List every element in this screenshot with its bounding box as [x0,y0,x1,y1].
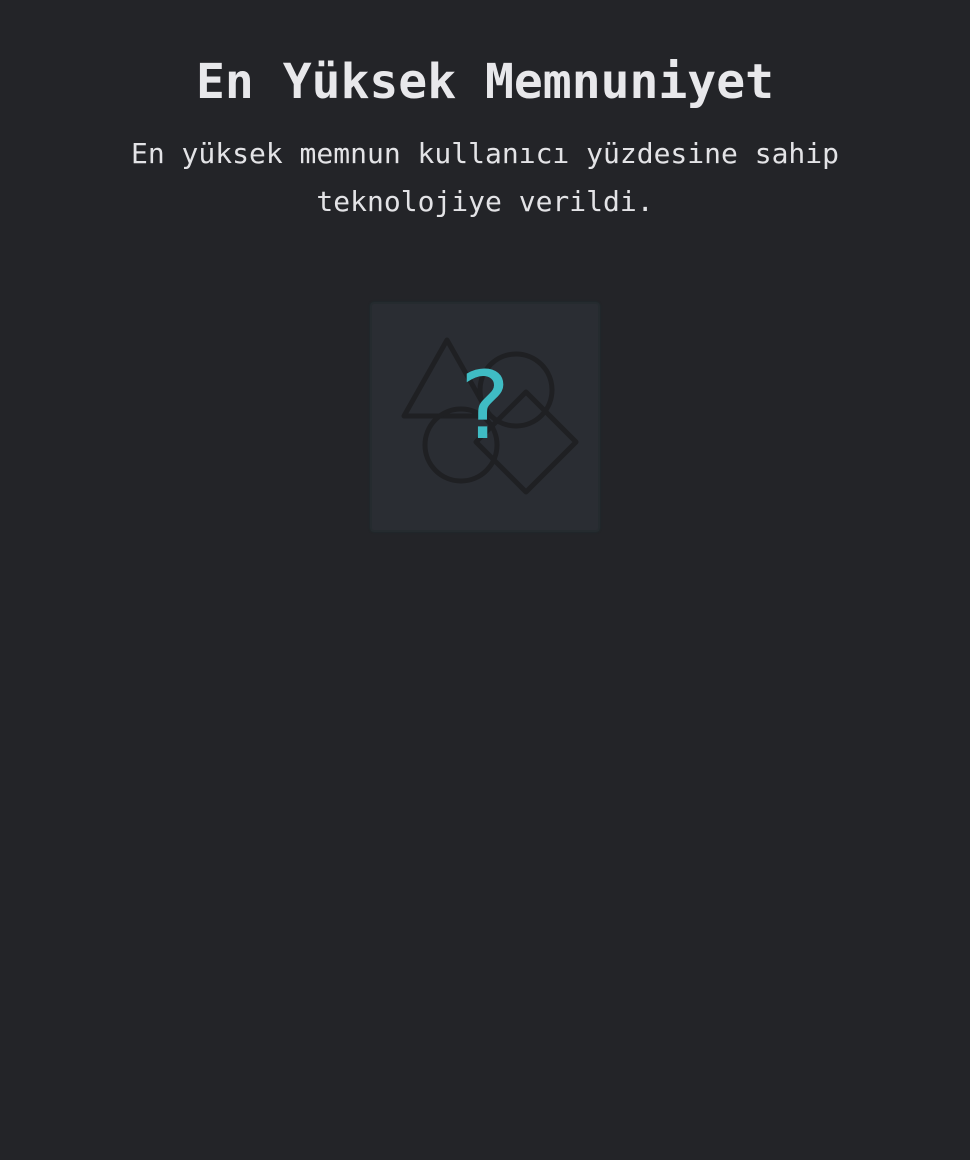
award-page: En Yüksek Memnuniyet En yüksek memnun ku… [0,0,970,1160]
award-description: En yüksek memnun kullanıcı yüzdesine sah… [130,137,839,218]
award-title: En Yüksek Memnuniyet [196,54,774,110]
question-mark-icon: ? [460,352,510,461]
award-badge: ? [370,302,600,532]
